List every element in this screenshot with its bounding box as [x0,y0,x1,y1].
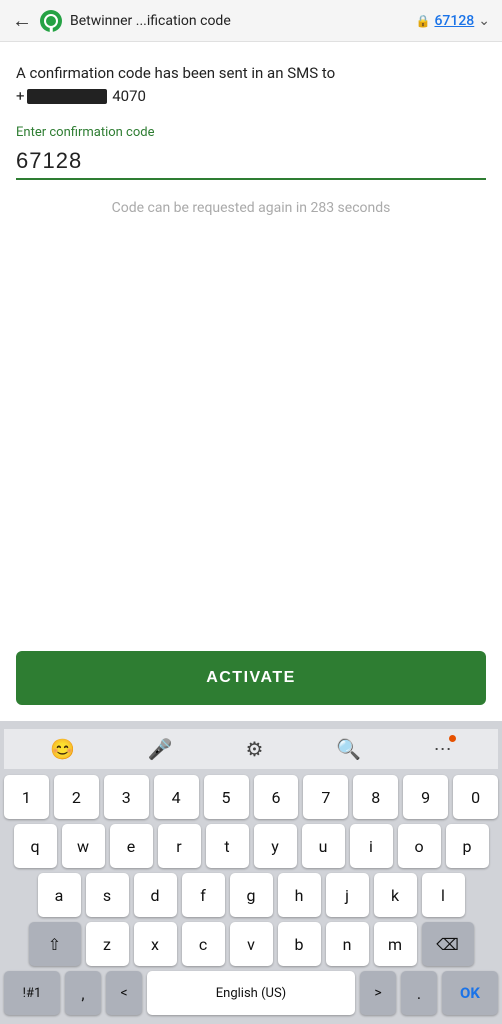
activate-btn-container: ACTIVATE [0,635,502,721]
symbols-key[interactable]: !#1 [4,971,60,1015]
keyboard-toolbar: 😊 🎤 ⚙ 🔍 ⋯ [4,729,498,769]
key-l[interactable]: l [422,873,465,917]
lock-icon: 🔒 [416,14,431,28]
qwerty-row: q w e r t y u i o p [4,824,498,868]
key-d[interactable]: d [134,873,177,917]
sms-info-text: A confirmation code has been sent in an … [16,62,486,107]
number-row: 1 2 3 4 5 6 7 8 9 0 [4,775,498,819]
key-u[interactable]: u [302,824,345,868]
keyboard: 😊 🎤 ⚙ 🔍 ⋯ 1 2 3 4 5 6 7 8 9 0 q w e r t … [0,721,502,1024]
address-text: Betwinner ...ification code [70,13,408,29]
key-9[interactable]: 9 [403,775,448,819]
asdf-row: a s d f g h j k l [4,873,498,917]
search-key[interactable]: 🔍 [336,737,361,761]
key-1[interactable]: 1 [4,775,49,819]
key-k[interactable]: k [374,873,417,917]
address-secure[interactable]: 🔒 67128 ⌄ [416,13,490,29]
zxcv-row: ⇧ z x c v b n m ⌫ [4,922,498,966]
key-7[interactable]: 7 [303,775,348,819]
site-title: Betwinner [70,13,132,29]
key-i[interactable]: i [350,824,393,868]
key-p[interactable]: p [446,824,489,868]
key-z[interactable]: z [86,922,129,966]
key-5[interactable]: 5 [204,775,249,819]
key-g[interactable]: g [230,873,273,917]
lt-key[interactable]: < [106,971,142,1015]
key-s[interactable]: s [86,873,129,917]
microphone-key[interactable]: 🎤 [148,737,173,761]
confirmation-code-label: Enter confirmation code [16,125,486,140]
key-t[interactable]: t [206,824,249,868]
settings-key[interactable]: ⚙ [245,737,263,761]
key-3[interactable]: 3 [104,775,149,819]
site-title-suffix: ...ification code [132,13,230,29]
key-r[interactable]: r [158,824,201,868]
key-o[interactable]: o [398,824,441,868]
shift-key[interactable]: ⇧ [29,922,81,966]
key-e[interactable]: e [110,824,153,868]
key-w[interactable]: w [62,824,105,868]
resend-text: Code can be requested again in 283 secon… [16,200,486,216]
key-c[interactable]: c [182,922,225,966]
address-bar: ← Betwinner ...ification code 🔒 67128 ⌄ [0,0,502,42]
key-v[interactable]: v [230,922,273,966]
backspace-key[interactable]: ⌫ [422,922,474,966]
browser-icon [40,10,62,32]
key-2[interactable]: 2 [54,775,99,819]
comma-key[interactable]: , [65,971,101,1015]
ok-key[interactable]: OK [442,971,498,1015]
chevron-down-icon[interactable]: ⌄ [478,13,490,29]
key-a[interactable]: a [38,873,81,917]
period-key[interactable]: . [401,971,437,1015]
activate-button[interactable]: ACTIVATE [16,651,486,705]
key-h[interactable]: h [278,873,321,917]
notification-dot [449,735,456,742]
confirmation-code-group: Enter confirmation code [16,125,486,180]
language-key[interactable]: English (US) [147,971,355,1015]
key-j[interactable]: j [326,873,369,917]
key-8[interactable]: 8 [353,775,398,819]
key-n[interactable]: n [326,922,369,966]
bottom-row: !#1 , < English (US) > . OK [4,971,498,1015]
key-m[interactable]: m [374,922,417,966]
key-b[interactable]: b [278,922,321,966]
key-0[interactable]: 0 [453,775,498,819]
phone-end: 4070 [112,87,146,105]
confirmation-code-input[interactable] [16,144,486,180]
gt-key[interactable]: > [360,971,396,1015]
emoji-key[interactable]: 😊 [50,737,75,761]
phone-redacted [27,89,107,104]
back-button[interactable]: ← [12,8,32,33]
key-q[interactable]: q [14,824,57,868]
key-y[interactable]: y [254,824,297,868]
more-key[interactable]: ⋯ [434,739,452,760]
key-x[interactable]: x [134,922,177,966]
key-6[interactable]: 6 [254,775,299,819]
address-url[interactable]: 67128 [434,13,474,29]
main-content: A confirmation code has been sent in an … [0,42,502,635]
key-f[interactable]: f [182,873,225,917]
sms-info-part1: A confirmation code has been sent in an … [16,64,335,82]
key-4[interactable]: 4 [154,775,199,819]
